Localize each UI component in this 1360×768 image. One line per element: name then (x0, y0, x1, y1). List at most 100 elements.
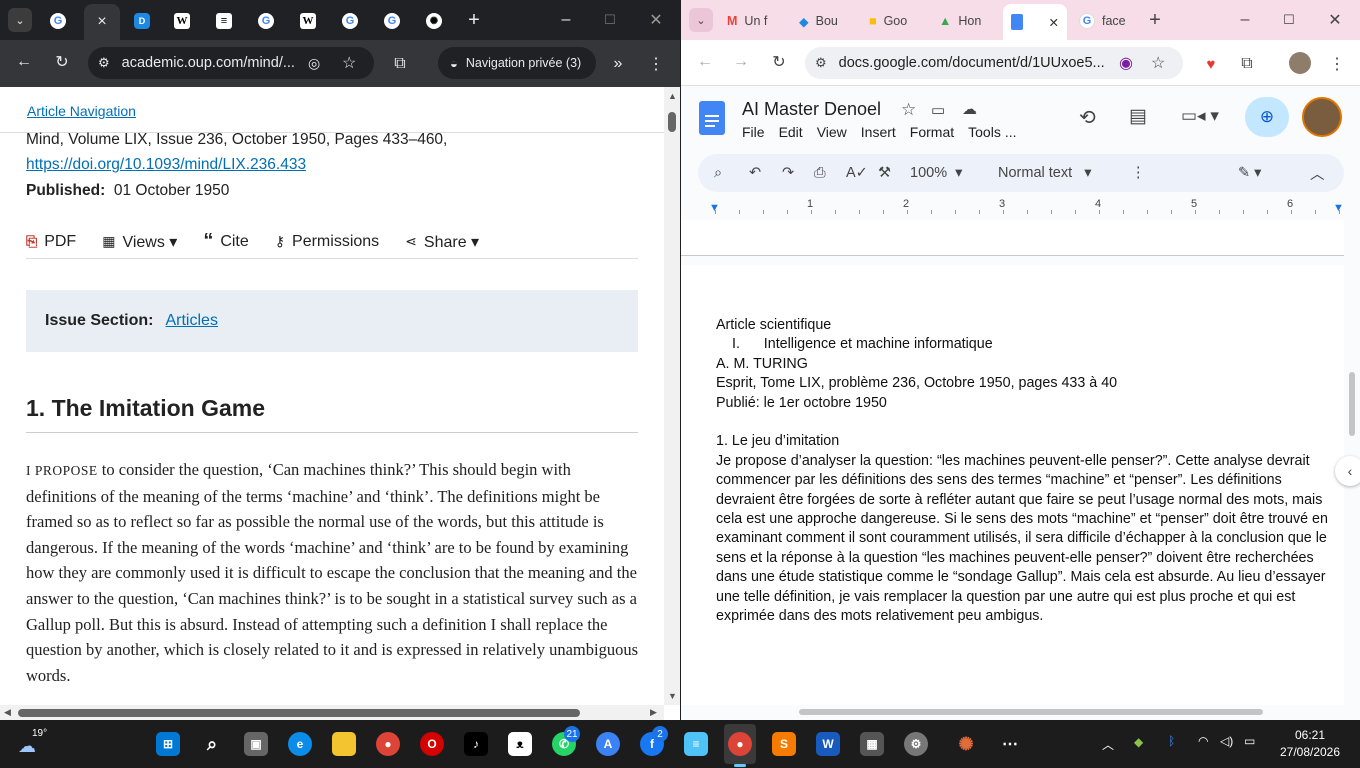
maximize-icon[interactable]: ☐ (1277, 8, 1301, 32)
docs-logo-icon[interactable] (699, 101, 725, 135)
move-folder-icon[interactable]: ▭ (931, 101, 945, 119)
profile-avatar[interactable] (1289, 52, 1311, 74)
claude-icon[interactable]: ✺ (954, 732, 978, 756)
close-tab-icon[interactable]: ✕ (1049, 15, 1059, 30)
calculator-icon[interactable]: ▦ (860, 732, 884, 756)
address-bar[interactable]: ⚙ academic.oup.com/mind/... ◎ ☆ (88, 47, 374, 79)
comments-icon[interactable]: ▤ (1129, 105, 1147, 128)
forward-icon[interactable]: → (729, 50, 753, 74)
more-options-icon[interactable]: ⋮ (1131, 154, 1146, 192)
wifi-icon[interactable]: ◠ (1198, 734, 1208, 748)
tab-4[interactable]: W (164, 6, 200, 36)
views-button[interactable]: ▦ Views ▾ (102, 232, 177, 252)
heart-extension-icon[interactable]: ♥ (1199, 52, 1223, 76)
clock[interactable]: 06:21 27/08/2026 (1278, 728, 1342, 759)
share-button[interactable]: ⊕ (1245, 97, 1289, 137)
document-title[interactable]: AI Master Denoel (742, 99, 881, 120)
search-menus-icon[interactable]: ⌕ (714, 154, 722, 192)
settings-gear-icon[interactable]: ⚙ (904, 732, 928, 756)
zoom-select[interactable]: 100% ▾ (910, 154, 962, 192)
reload-icon[interactable]: ↻ (767, 50, 791, 74)
tab-8[interactable]: G (332, 6, 368, 36)
editing-mode-icon[interactable]: ✎ ▾ (1238, 154, 1261, 192)
tray-chevron-icon[interactable]: ︿ (1102, 736, 1114, 753)
tab-9[interactable]: G (374, 6, 410, 36)
tab-6[interactable]: G (248, 6, 284, 36)
tab-search-button[interactable]: ⌄ (8, 8, 32, 32)
scroll-up-icon[interactable]: ▲ (668, 91, 677, 101)
tab-1[interactable]: G (40, 6, 76, 36)
doi-link[interactable]: https://doi.org/10.1093/mind/LIX.236.433 (26, 156, 306, 174)
site-info-icon[interactable]: ⚙ (98, 55, 110, 71)
history-icon[interactable]: ⟲ (1079, 105, 1096, 130)
word-icon[interactable]: W (816, 732, 840, 756)
bookmark-star-icon[interactable]: ☆ (1151, 53, 1165, 73)
issue-section-link[interactable]: Articles (165, 312, 217, 330)
menu-more[interactable]: ... (1005, 124, 1017, 140)
translate-icon[interactable]: A (596, 732, 620, 756)
tab-5[interactable]: ≡ (206, 6, 242, 36)
new-tab-icon[interactable]: + (1143, 8, 1167, 32)
chrome-active-icon[interactable]: ● (728, 732, 752, 756)
paint-format-icon[interactable]: ⚒ (878, 154, 891, 192)
network-app-icon[interactable]: ◆ (1134, 735, 1143, 749)
tab-7[interactable]: W (290, 6, 326, 36)
maximize-icon[interactable]: ☐ (598, 8, 622, 32)
menu-kebab-icon[interactable]: ⋮ (644, 52, 668, 76)
share-button[interactable]: ⋖ Share ▾ (405, 232, 479, 252)
menu-edit[interactable]: Edit (779, 124, 803, 140)
permissions-button[interactable]: ⚷ Permissions (275, 233, 379, 251)
more-tabs-icon[interactable]: » (606, 52, 630, 76)
tab-meet[interactable]: ■ Goo (869, 8, 907, 34)
eye-off-icon[interactable]: ◎ (308, 55, 320, 72)
search-icon[interactable]: ⌕ (200, 732, 224, 756)
tiktok-icon[interactable]: ♪ (464, 732, 488, 756)
menu-tools[interactable]: Tools (968, 124, 1001, 140)
print-icon[interactable]: ⎙ (814, 154, 826, 192)
meet-video-icon[interactable]: ▭◂ ▾ (1181, 106, 1219, 126)
cloud-status-icon[interactable]: ☁ (962, 100, 977, 118)
vertical-scrollbar[interactable]: ▲ ▼ (664, 87, 680, 705)
scroll-left-icon[interactable]: ◀ (4, 707, 11, 718)
account-avatar[interactable] (1302, 97, 1342, 137)
cite-button[interactable]: “ Cite (203, 230, 248, 253)
tab-drive[interactable]: ▲ Hon (939, 8, 981, 34)
redo-icon[interactable]: ↷ (782, 154, 794, 192)
private-browsing-chip[interactable]: ◒ Navigation privée (3) (438, 47, 596, 79)
battery-icon[interactable]: ▭ (1244, 734, 1255, 748)
scroll-down-icon[interactable]: ▼ (668, 691, 677, 701)
start-icon[interactable]: ⊞ (156, 732, 180, 756)
menu-insert[interactable]: Insert (861, 124, 896, 140)
lens-icon[interactable]: ◉ (1119, 53, 1133, 73)
tab-3[interactable]: D (124, 6, 160, 36)
scroll-right-icon[interactable]: ▶ (650, 707, 657, 718)
volume-icon[interactable]: ◁) (1220, 734, 1233, 748)
back-icon[interactable]: ← (693, 50, 717, 74)
tab-active-close[interactable]: × (84, 4, 120, 40)
star-icon[interactable]: ☆ (901, 100, 916, 120)
task-view-icon[interactable]: ▣ (244, 732, 268, 756)
spellcheck-icon[interactable]: A✓ (846, 154, 868, 192)
tab-docs-active[interactable]: ✕ (1003, 4, 1067, 40)
bluetooth-icon[interactable]: ᛒ (1168, 734, 1175, 748)
menu-view[interactable]: View (817, 124, 847, 140)
bookmark-star-icon[interactable]: ☆ (342, 53, 356, 73)
site-info-icon[interactable]: ⚙ (815, 55, 827, 71)
reload-icon[interactable]: ↻ (50, 50, 74, 74)
menu-file[interactable]: File (742, 124, 765, 140)
scroll-thumb[interactable] (1349, 372, 1355, 436)
h-scroll-thumb[interactable] (799, 709, 1263, 715)
file-explorer-icon[interactable] (332, 732, 356, 756)
collapse-toolbar-icon[interactable]: ︿ (1310, 154, 1325, 192)
menu-kebab-icon[interactable]: ⋮ (1325, 52, 1349, 76)
horizontal-scrollbar[interactable]: ◀ ▶ (0, 705, 664, 720)
address-bar[interactable]: ⚙ docs.google.com/document/d/1UUxoe5... … (805, 47, 1183, 79)
scroll-thumb[interactable] (668, 112, 676, 132)
style-select[interactable]: Normal text ▾ (998, 154, 1092, 192)
tab-gmail[interactable]: M Un f (727, 8, 767, 34)
close-window-icon[interactable]: ✕ (1323, 8, 1347, 32)
edge-icon[interactable]: e (288, 732, 312, 756)
extensions-icon[interactable]: ⧉ (1235, 52, 1259, 76)
extensions-icon[interactable]: ⧉ (388, 52, 412, 76)
close-icon[interactable]: × (97, 13, 106, 31)
